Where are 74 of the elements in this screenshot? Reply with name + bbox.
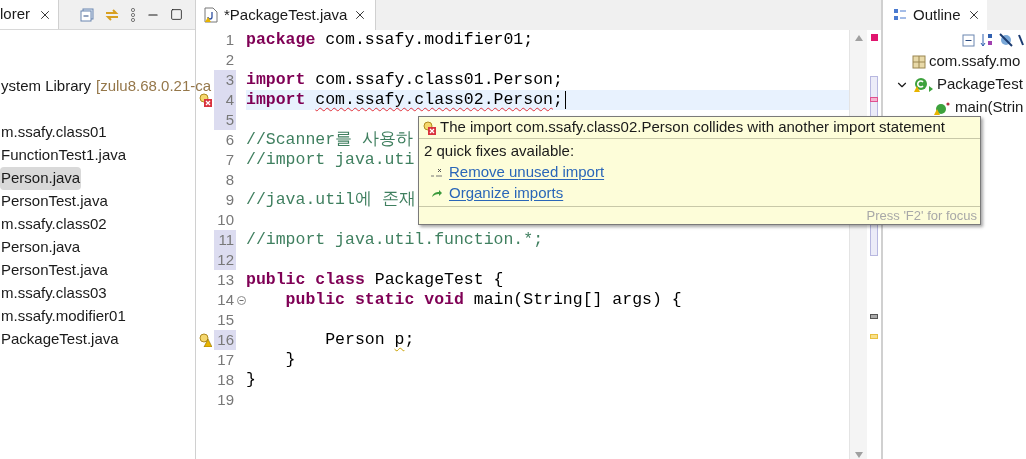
line-number: 11: [218, 229, 234, 250]
quick-fix-count: 2 quick fixes available:: [424, 141, 576, 162]
tree-item[interactable]: Person.java: [0, 236, 82, 259]
sort-icon[interactable]: [980, 33, 994, 47]
tree-item[interactable]: m.ssafy.class01: [0, 121, 108, 144]
tree-item[interactable]: PersonTest.java: [0, 259, 109, 282]
line-number: 5: [225, 109, 234, 130]
tree-item[interactable]: m.ssafy.modifier01: [0, 305, 127, 328]
quick-fix-link[interactable]: Organize imports: [449, 182, 564, 205]
line-number: 14: [217, 289, 234, 310]
java-file-icon: [204, 7, 218, 23]
line-number: 15: [217, 309, 234, 330]
package-icon: [912, 54, 926, 69]
line-number: 19: [217, 389, 234, 410]
line-number: 2: [225, 49, 234, 70]
tree-item[interactable]: PersonTest.java: [0, 190, 109, 213]
curved-arrow-icon: [431, 188, 443, 199]
code-line: import com.ssafy.class01.Person;: [246, 70, 563, 90]
code-line: //java.util에 존재: [246, 190, 416, 210]
error-bulb-icon[interactable]: [198, 93, 212, 107]
method-icon: [932, 100, 952, 115]
line-number: 12: [217, 249, 234, 270]
view-tab[interactable]: Outline: [887, 0, 987, 30]
tree-item[interactable]: m.ssafy.class03: [0, 282, 108, 305]
hide-fields-icon[interactable]: [999, 33, 1013, 47]
warning-bulb-icon[interactable]: [198, 333, 212, 347]
code-line: public static void main(String[] args) {: [284, 290, 682, 310]
maximize-icon[interactable]: [170, 8, 183, 21]
line-number: 16: [217, 329, 234, 350]
line-number: 10: [217, 209, 234, 230]
code-line: public class PackageTest {: [246, 270, 504, 290]
outline-item[interactable]: PackageTest: [937, 73, 1023, 96]
tree-item[interactable]: Person.java: [0, 167, 82, 190]
code-line: //import java.uti: [246, 150, 415, 170]
outline-item[interactable]: com.ssafy.mo: [929, 50, 1021, 73]
tree-item[interactable]: PackageTest.java: [0, 328, 120, 351]
line-number: 4: [225, 89, 234, 110]
view-menu-icon[interactable]: [130, 7, 136, 22]
collapse-all-icon[interactable]: [962, 33, 975, 47]
tree-item-detail: [zulu8.68.0.21-ca: [96, 76, 212, 97]
outline-item[interactable]: main(Strin: [955, 96, 1024, 119]
line-number: 13: [217, 269, 234, 290]
code-line: import com.ssafy.class02.Person;: [246, 90, 563, 110]
tree-item[interactable]: ystem Library: [0, 75, 93, 98]
tree-item[interactable]: FunctionTest1.java: [0, 144, 128, 167]
line-number: 7: [225, 149, 234, 170]
collapse-icon[interactable]: [236, 295, 246, 305]
editor-tab[interactable]: *PackageTest.java: [196, 0, 377, 30]
line-number: 18: [217, 369, 234, 390]
filter-icon[interactable]: [1018, 33, 1024, 47]
line-number: 3: [225, 69, 234, 90]
line-number: 17: [217, 349, 234, 370]
outline-icon: [893, 8, 907, 22]
line-number: 9: [225, 189, 234, 210]
text-cursor: [564, 91, 566, 109]
class-icon: [912, 76, 934, 93]
problem-message: The import com.ssafy.class02.Person collides with another import statement: [440, 117, 945, 138]
focus-hint: Press 'F2' for focus: [866, 206, 977, 225]
code-line: package com.ssafy.modifier01;: [246, 30, 534, 50]
code-line: }: [246, 370, 256, 390]
line-number: 1: [225, 29, 234, 50]
code-line: Person p;: [324, 330, 415, 350]
overview-mark[interactable]: [870, 314, 878, 319]
code-line: //import java.util.function.*;: [246, 230, 544, 250]
error-bulb-icon[interactable]: [422, 120, 436, 135]
tree-item[interactable]: m.ssafy.class02: [0, 213, 108, 236]
code-line: //Scanner를 사용하: [246, 130, 414, 150]
error-overview-mark[interactable]: [870, 34, 878, 41]
remove-import-icon: [430, 167, 444, 178]
quick-fix-link[interactable]: Remove unused import: [449, 161, 605, 184]
line-number: 6: [225, 129, 234, 150]
view-tab[interactable]: lorer: [0, 0, 59, 29]
line-number: 8: [225, 169, 234, 190]
code-line: }: [284, 350, 296, 370]
